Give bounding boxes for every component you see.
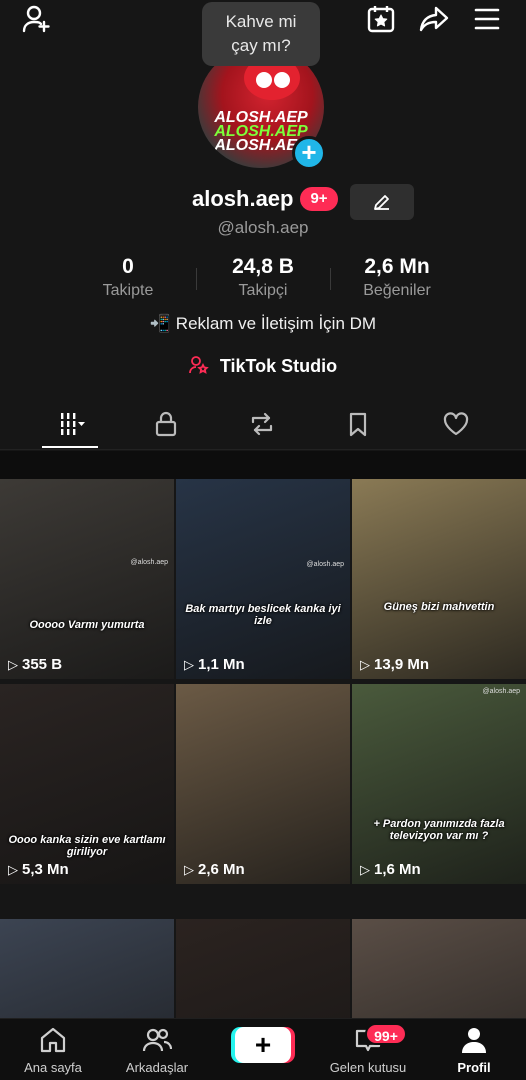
profile-stats: 0 Takipte 24,8 B Takipçi 2,6 Mn Beğenile… <box>0 254 526 304</box>
grid-header-strip <box>0 451 526 479</box>
video-caption: Ooooo Varmı yumurta <box>29 619 145 631</box>
studio-label: TikTok Studio <box>219 356 338 376</box>
mascot-eye-right <box>274 72 290 88</box>
video-thumbnail[interactable] <box>176 919 350 1024</box>
tab-videos[interactable] <box>42 406 102 442</box>
video-thumbnail[interactable] <box>352 919 526 1024</box>
calendar-star-icon[interactable] <box>364 2 398 36</box>
nav-home-label: Ana sayfa <box>24 1060 82 1075</box>
video-caption: Bak martıyı beslicek kanka iyi izle <box>185 603 341 627</box>
profile-tabs <box>0 398 526 450</box>
profile-handle: @alosh.aep <box>217 218 309 237</box>
watermark-text: @alosh.aep <box>130 559 168 566</box>
studio-person-star-icon <box>188 356 214 376</box>
profile-username: alosh.aep <box>192 186 294 211</box>
video-caption: Güneş bizi mahvettin <box>383 601 495 613</box>
play-icon: ▷ <box>184 861 194 877</box>
video-thumbnail[interactable] <box>0 919 174 1024</box>
heart-icon <box>443 412 469 436</box>
play-icon: ▷ <box>8 656 18 672</box>
view-count-text: 355 B <box>22 656 63 673</box>
view-count: ▷ 1,1 Mn <box>184 656 245 673</box>
active-tab-indicator <box>42 446 98 448</box>
video-caption: Oooo kanka sizin eve kartlamı giriliyor <box>8 834 166 858</box>
watermark-text: @alosh.aep <box>482 688 520 695</box>
tooltip-line-2: çay mı? <box>231 36 291 55</box>
view-count-text: 1,6 Mn <box>374 861 421 878</box>
stat-following[interactable]: 0 Takipte <box>58 254 198 302</box>
bookmark-icon <box>349 412 367 437</box>
grid-dropdown-icon <box>61 413 85 435</box>
create-video-button[interactable]: + <box>235 1027 291 1063</box>
tab-liked[interactable] <box>426 406 486 442</box>
status-tooltip[interactable]: Kahve mi çay mı? <box>202 2 320 66</box>
nav-friends-label: Arkadaşlar <box>125 1060 189 1075</box>
tab-reposts[interactable] <box>232 406 292 442</box>
view-count-text: 2,6 Mn <box>198 861 245 878</box>
bottom-navigation: Ana sayfa Arkadaşlar + Gelen kutusu 99+ … <box>0 1018 526 1080</box>
notification-badge[interactable]: 9+ <box>300 187 338 211</box>
video-thumbnail[interactable]: @alosh.aep + Pardon yanımızda fazla tele… <box>352 684 526 884</box>
nav-profile[interactable]: Profil <box>424 1025 524 1076</box>
pencil-icon <box>374 195 389 210</box>
stat-followers-value: 24,8 B <box>232 255 294 278</box>
menu-icon[interactable] <box>470 2 504 36</box>
name-row: alosh.aep 9+ <box>0 184 526 220</box>
nav-inbox-label: Gelen kutusu <box>329 1060 407 1075</box>
stat-followers[interactable]: 24,8 B Takipçi <box>193 254 333 302</box>
video-thumbnail[interactable]: Güneş bizi mahvettin ▷ 13,9 Mn <box>352 479 526 679</box>
add-friend-icon[interactable] <box>20 2 54 36</box>
stat-likes-label: Beğeniler <box>363 282 431 299</box>
video-thumbnail[interactable]: ▷ 2,6 Mn <box>176 684 350 884</box>
play-icon: ▷ <box>8 861 18 877</box>
stat-followers-label: Takipçi <box>238 282 288 299</box>
friends-icon <box>142 1028 173 1052</box>
view-count-text: 13,9 Mn <box>374 656 430 673</box>
stat-likes-value: 2,6 Mn <box>364 255 430 278</box>
profile-icon <box>462 1028 486 1053</box>
tab-private[interactable] <box>136 406 196 442</box>
video-thumbnail[interactable]: Oooo kanka sizin eve kartlamı giriliyor … <box>0 684 174 884</box>
lock-icon <box>155 411 177 437</box>
home-icon <box>40 1027 66 1053</box>
tooltip-line-1: Kahve mi <box>225 12 297 31</box>
play-icon: ▷ <box>184 656 194 672</box>
video-thumbnail[interactable]: @alosh.aep Ooooo Varmı yumurta ▷ 355 B <box>0 479 174 679</box>
nav-profile-label: Profil <box>457 1060 491 1075</box>
tab-favorites[interactable] <box>328 406 388 442</box>
view-count-text: 5,3 Mn <box>22 861 69 878</box>
watermark-text: @alosh.aep <box>306 561 344 568</box>
nav-friends[interactable]: Arkadaşlar <box>107 1025 207 1076</box>
repost-icon <box>251 412 273 436</box>
add-photo-icon[interactable]: + <box>292 136 326 170</box>
play-icon: ▷ <box>360 861 370 877</box>
stat-following-value: 0 <box>122 255 134 278</box>
view-count: ▷ 1,6 Mn <box>360 861 421 878</box>
mascot-eye-left <box>256 72 272 88</box>
share-icon[interactable] <box>417 2 451 36</box>
view-count: ▷ 2,6 Mn <box>184 861 245 878</box>
nav-home[interactable]: Ana sayfa <box>3 1025 103 1076</box>
stat-likes[interactable]: 2,6 Mn Beğeniler <box>327 254 467 302</box>
video-caption: + Pardon yanımızda fazla televizyon var … <box>373 818 505 842</box>
profile-bio: 📲 Reklam ve İletişim İçin DM <box>149 314 377 333</box>
edit-profile-button[interactable] <box>350 184 414 220</box>
inbox-badge: 99+ <box>365 1023 407 1045</box>
video-grid: @alosh.aep Ooooo Varmı yumurta ▷ 355 B @a… <box>0 479 526 1024</box>
view-count: ▷ 13,9 Mn <box>360 656 429 673</box>
video-thumbnail[interactable]: @alosh.aep Bak martıyı beslicek kanka iy… <box>176 479 350 679</box>
play-icon: ▷ <box>360 656 370 672</box>
tiktok-studio-link[interactable]: TikTok Studio <box>0 356 526 377</box>
stat-following-label: Takipte <box>102 282 154 299</box>
view-count-text: 1,1 Mn <box>198 656 245 673</box>
view-count: ▷ 5,3 Mn <box>8 861 69 878</box>
view-count: ▷ 355 B <box>8 656 62 673</box>
